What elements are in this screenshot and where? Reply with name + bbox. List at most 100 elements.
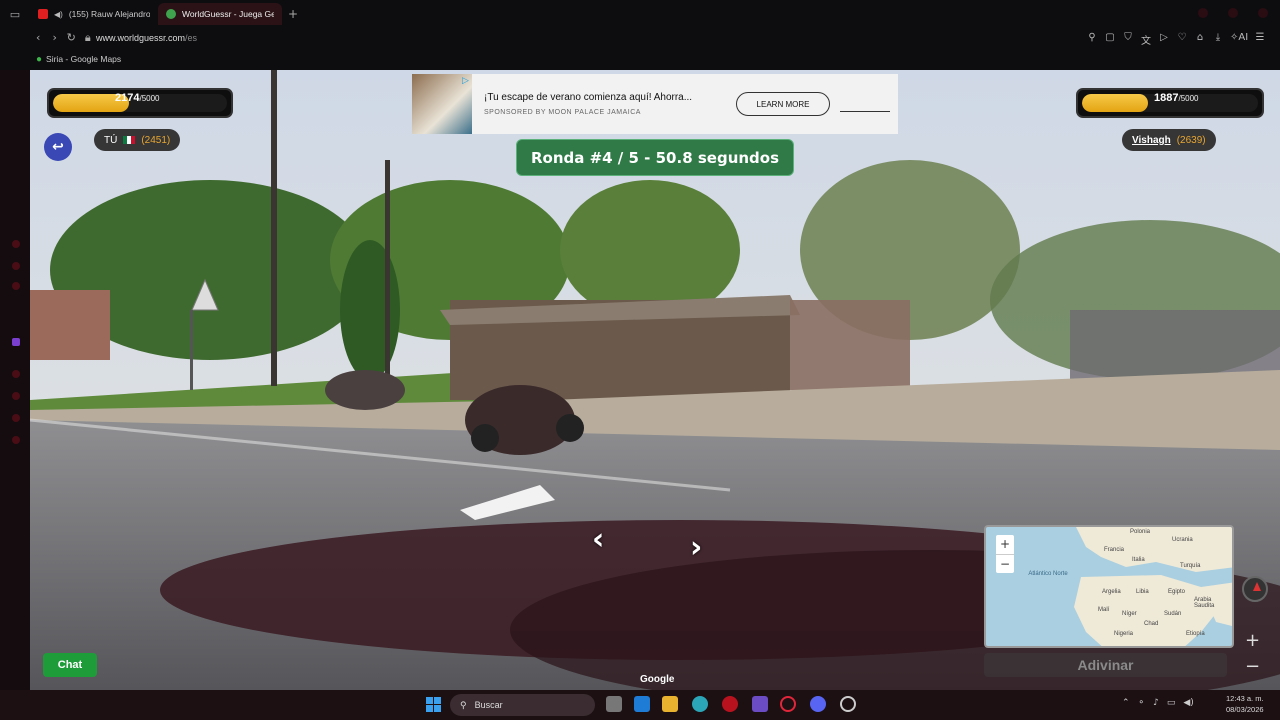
minimap-zoom-out-button[interactable]: − (996, 554, 1014, 573)
streetview-zoom-out-icon[interactable]: − (1245, 656, 1260, 677)
url-field[interactable]: www.worldguessr.com/es (96, 33, 197, 43)
wallet-icon[interactable]: ⌂ (1194, 32, 1206, 47)
opponent-score-fill (1082, 94, 1149, 112)
sidebar-app-icon[interactable] (12, 282, 20, 290)
opponent-tag: Vishagh (2639) (1122, 129, 1216, 151)
screen: ▭ ◀) (155) Rauw Alejandro, E WorldGuessr… (0, 0, 1280, 720)
file-explorer-icon[interactable] (662, 696, 678, 712)
display-icon[interactable]: ▭ (1167, 698, 1176, 708)
task-view-icon[interactable] (606, 696, 622, 712)
map-label: Atlántico Norte (1028, 571, 1068, 577)
adchoices-icon[interactable]: ▷ (462, 76, 469, 86)
guess-minimap[interactable]: + − Polonia Ucrania Francia Italia Turqu… (984, 525, 1234, 648)
map-label: Sudán (1164, 611, 1182, 617)
edge-icon[interactable] (692, 696, 708, 712)
browser-sidebar (0, 70, 30, 690)
map-label: Arabia Saudita (1194, 597, 1215, 609)
round-timer-banner: Ronda #4 / 5 - 50.8 segundos (516, 139, 794, 176)
move-back-arrow-icon[interactable]: ‹ (592, 522, 604, 557)
map-label: Turquía (1180, 563, 1201, 569)
opera-icon[interactable] (780, 696, 796, 712)
shield-icon[interactable]: ⛉ (1122, 32, 1134, 47)
teams-icon[interactable] (752, 696, 768, 712)
minimap-zoom-in-button[interactable]: + (996, 535, 1014, 554)
sidebar-app-icon[interactable] (12, 392, 20, 400)
settings-icon[interactable] (840, 696, 856, 712)
close-button[interactable] (1258, 8, 1268, 18)
chat-button[interactable]: Chat (43, 653, 97, 677)
minimap-landmass (1074, 527, 1232, 646)
lock-icon: 🔒︎ (84, 31, 91, 44)
chevron-up-icon[interactable]: ⌃ (1122, 698, 1130, 708)
browser-tab-bar: ▭ ◀) (155) Rauw Alejandro, E WorldGuessr… (0, 0, 1280, 28)
clock[interactable]: 12:43 a. m. 08/03/2026 (1226, 693, 1264, 715)
screenshot-icon[interactable]: ▢ (1104, 32, 1116, 47)
opponent-elo: (2639) (1176, 134, 1206, 146)
clock-date: 08/03/2026 (1226, 705, 1264, 714)
tab-menu-icon[interactable]: ▭ (0, 0, 30, 28)
speaker-icon[interactable]: ◀) (54, 10, 63, 19)
twitch-icon[interactable] (12, 338, 20, 346)
bookmarks-bar: ● Siria - Google Maps (0, 48, 1280, 70)
translate-icon[interactable]: 文 (1140, 32, 1152, 47)
player-tag: TÚ (2451) (94, 129, 181, 151)
opponent-score-text: 1887/5000 (1154, 92, 1199, 104)
ad-learn-more-button[interactable]: LEARN MORE (736, 92, 830, 116)
opponent-name[interactable]: Vishagh (1132, 135, 1171, 146)
windows-taskbar: ⚲ Buscar ⌃ ⚬ ♪ ▭ ◀) 12:43 a. m. 08/03/20… (0, 690, 1280, 720)
sidebar-app-icon[interactable] (12, 414, 20, 422)
bookmark-siria[interactable]: Siria - Google Maps (46, 54, 121, 64)
new-tab-button[interactable]: + (282, 7, 304, 21)
tab-worldguessr[interactable]: WorldGuessr - Juega Geo (158, 3, 282, 25)
opponent-score-max: /5000 (1178, 94, 1199, 103)
sidebar-app-icon[interactable] (12, 262, 20, 270)
play-icon[interactable]: ▷ (1158, 32, 1170, 47)
maximize-button[interactable] (1228, 8, 1238, 18)
mexico-flag-icon (123, 136, 136, 144)
tab-youtube[interactable]: ◀) (155) Rauw Alejandro, E (30, 3, 158, 25)
player-score-value: 2174 (115, 92, 140, 104)
forward-icon[interactable]: › (47, 31, 64, 45)
return-icon: ↩ (52, 139, 64, 155)
map-label: Etiopía (1186, 631, 1205, 637)
player-score-max: /5000 (139, 94, 160, 103)
youtube-icon (38, 9, 48, 19)
browser-toolbar: ⚲ ▢ ⛉ 文 ▷ ♡ ⌂ ⤓ ✧AI ☰ (1086, 32, 1266, 47)
player-score-text: 2174/5000 (115, 92, 160, 104)
minimize-button[interactable] (1198, 8, 1208, 18)
discord-icon[interactable] (810, 696, 826, 712)
map-label: Nigeria (1114, 631, 1134, 637)
heart-icon[interactable]: ♡ (1176, 32, 1188, 47)
download-icon[interactable]: ⤓ (1212, 32, 1224, 47)
map-label: Polonia (1130, 529, 1151, 535)
tab-label: WorldGuessr - Juega Geo (182, 9, 274, 19)
volume-icon[interactable]: ◀) (1183, 698, 1193, 708)
street-view[interactable]: 2174/5000 ↩ TÚ (2451) 1887/5000 Vishagh … (30, 70, 1280, 690)
map-label: Libia (1136, 589, 1149, 595)
map-label: Malí (1098, 607, 1110, 613)
map-label: Egipto (1168, 589, 1186, 595)
app-icon[interactable] (722, 696, 738, 712)
taskbar-search[interactable]: ⚲ Buscar (450, 694, 595, 716)
sidebar-app-icon[interactable] (12, 240, 20, 248)
pin-icon[interactable]: ⚲ (1086, 32, 1098, 47)
streetview-zoom-in-icon[interactable]: + (1245, 630, 1260, 651)
ai-icon[interactable]: ✧AI (1230, 32, 1248, 47)
network-icon[interactable]: ⚬ (1138, 698, 1146, 708)
reload-icon[interactable]: ↻ (63, 31, 80, 45)
ad-headline: ¡Tu escape de verano comienza aquí! Ahor… (484, 92, 693, 103)
ad-banner[interactable]: ▷ ¡Tu escape de verano comienza aquí! Ah… (412, 74, 898, 134)
compass-icon[interactable] (1242, 576, 1268, 602)
tab-label: (155) Rauw Alejandro, E (68, 9, 150, 19)
sidebar-app-icon[interactable] (12, 436, 20, 444)
sidebar-app-icon[interactable] (12, 370, 20, 378)
menu-icon[interactable]: ☰ (1254, 32, 1266, 47)
outlook-icon[interactable] (634, 696, 650, 712)
mic-icon[interactable]: ♪ (1153, 698, 1159, 708)
move-forward-arrow-icon[interactable]: › (690, 530, 702, 565)
windows-start-icon[interactable] (426, 697, 441, 712)
guess-button[interactable]: Adivinar (984, 653, 1227, 677)
player-label: TÚ (104, 134, 118, 146)
exit-button[interactable]: ↩ (44, 133, 72, 161)
back-icon[interactable]: ‹ (30, 31, 47, 45)
